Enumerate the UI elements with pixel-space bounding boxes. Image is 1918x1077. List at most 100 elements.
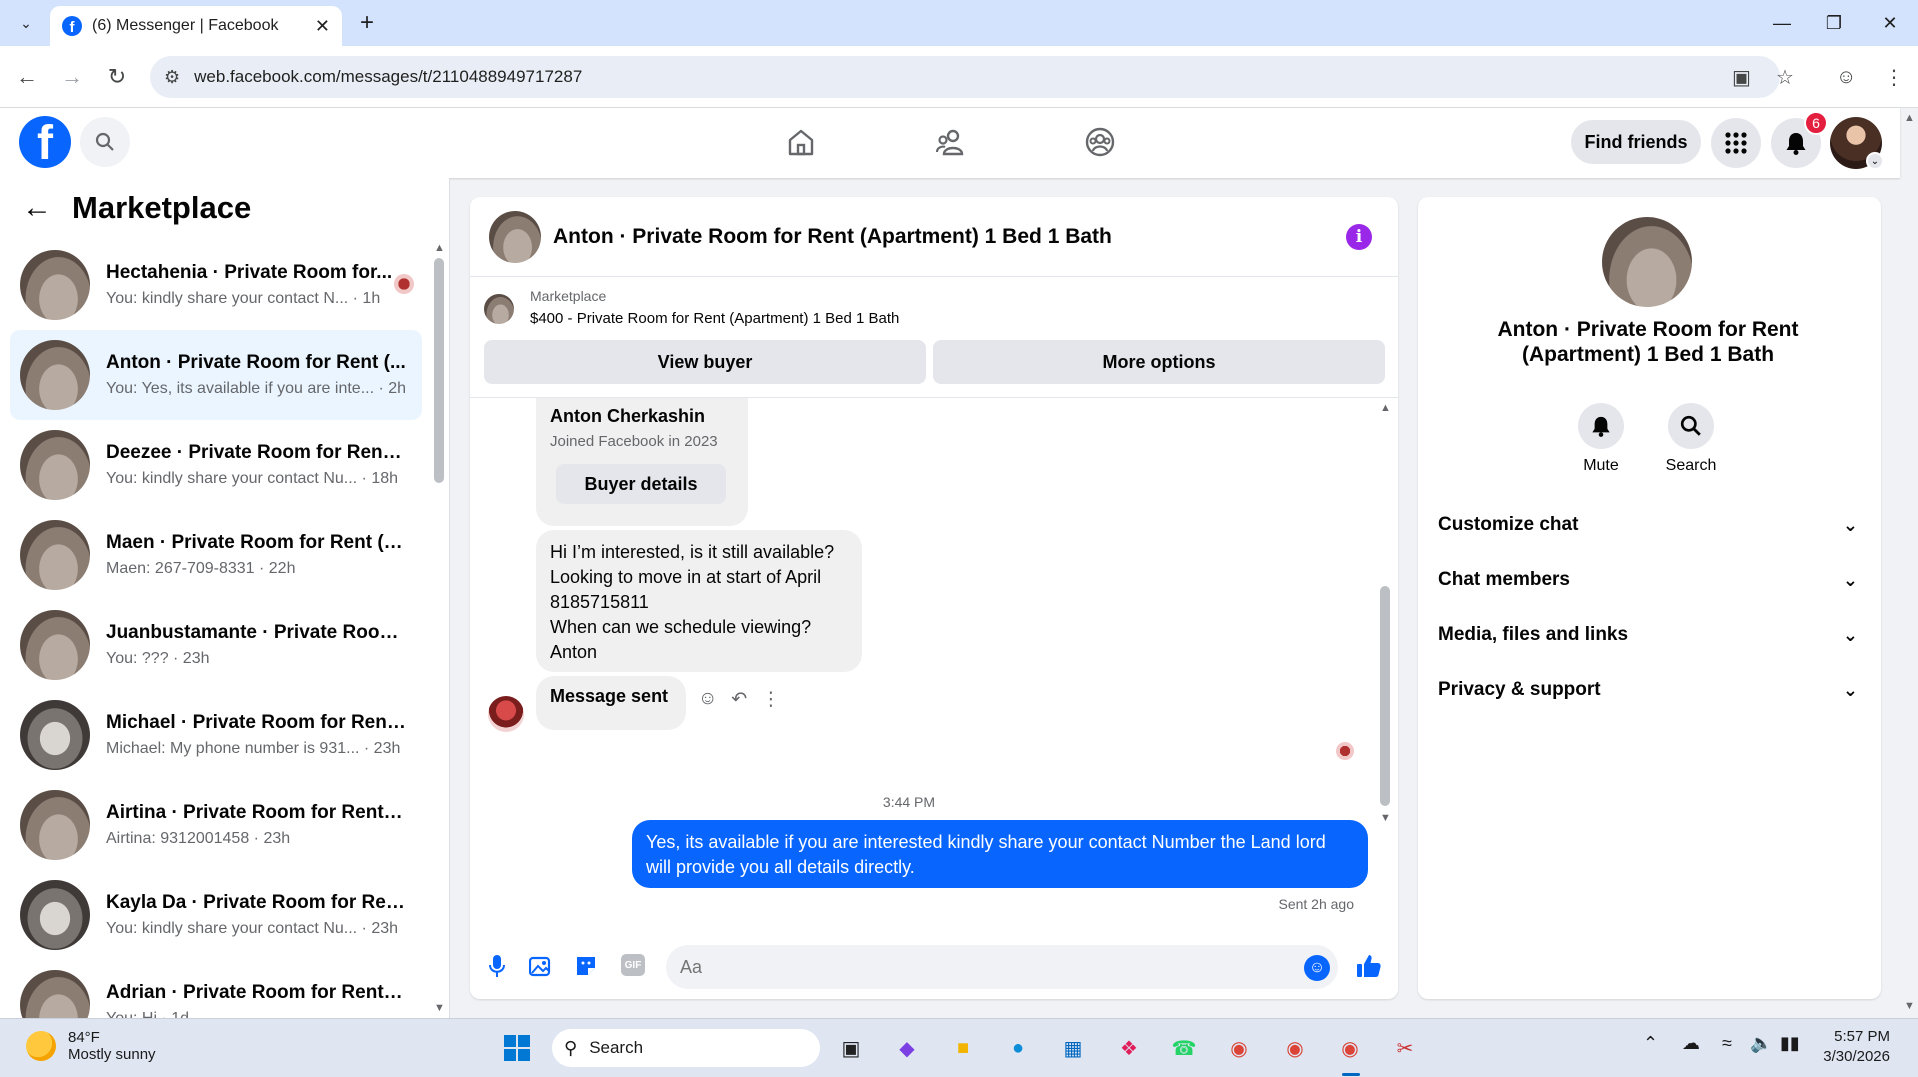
info-icon[interactable]: i: [1346, 224, 1372, 250]
edge-browser-icon[interactable]: ●: [999, 1029, 1037, 1067]
reload-icon[interactable]: ↻: [100, 60, 134, 94]
privacy-support-section[interactable]: Privacy & support ⌄: [1438, 670, 1858, 710]
list-item[interactable]: Juanbustamante · Private Room ... You: ?…: [10, 600, 422, 690]
list-item[interactable]: Hectahenia · Private Room for... You: ki…: [10, 240, 422, 330]
sticker-icon[interactable]: [571, 951, 601, 981]
scroll-down-arrow-icon[interactable]: ▼: [434, 1002, 445, 1014]
taskbar-search[interactable]: ⚲ Search: [552, 1029, 820, 1067]
whatsapp-icon[interactable]: ☎: [1165, 1029, 1203, 1067]
slack-icon[interactable]: ❖: [1110, 1029, 1148, 1067]
microsoft-365-icon[interactable]: ◆: [888, 1029, 926, 1067]
site-info-icon[interactable]: ⚙: [164, 67, 180, 88]
sender-avatar[interactable]: [488, 696, 524, 732]
more-options-button[interactable]: More options: [933, 340, 1385, 384]
list-item[interactable]: Michael · Private Room for Rent ... Mich…: [10, 690, 422, 780]
thumbs-up-icon[interactable]: [1354, 951, 1384, 981]
tab-search-menu-icon[interactable]: ⌄: [10, 10, 42, 36]
groups-icon[interactable]: [1080, 122, 1120, 162]
menu-grid-icon[interactable]: [1711, 118, 1761, 168]
search-icon: ⚲: [564, 1037, 578, 1058]
emoji-icon[interactable]: ☺: [1304, 955, 1330, 981]
forward-icon[interactable]: →: [55, 60, 89, 94]
weather-widget[interactable]: 84°F Mostly sunny: [26, 1029, 156, 1063]
find-friends-button[interactable]: Find friends: [1571, 120, 1701, 164]
browser-tab[interactable]: f (6) Messenger | Facebook ✕: [50, 6, 342, 46]
chat-title[interactable]: Anton · Private Room for Rent (Apartment…: [553, 225, 1112, 249]
mute-button[interactable]: Mute: [1561, 403, 1641, 475]
close-tab-icon[interactable]: ✕: [315, 16, 330, 37]
microsoft-store-icon[interactable]: ▦: [1054, 1029, 1092, 1067]
chrome-profile-icon[interactable]: ◉: [1276, 1029, 1314, 1067]
buyer-name: Anton Cherkashin: [550, 406, 706, 426]
home-icon[interactable]: [781, 122, 821, 162]
url-text[interactable]: web.facebook.com/messages/t/211048894971…: [194, 67, 582, 87]
sidebar-scrollbar[interactable]: [434, 258, 444, 483]
battery-icon[interactable]: ▮▮: [1780, 1033, 1800, 1054]
photo-icon[interactable]: [526, 951, 556, 981]
task-view-icon[interactable]: ▣: [832, 1029, 870, 1067]
listing-thumbnail: [20, 430, 90, 500]
wifi-icon[interactable]: ≈: [1722, 1033, 1732, 1054]
back-arrow-icon[interactable]: ←: [22, 193, 52, 223]
list-item[interactable]: Adrian · Private Room for Rent (... You:…: [10, 960, 422, 1018]
file-explorer-icon[interactable]: ■: [944, 1029, 982, 1067]
chevron-down-icon[interactable]: ⌄: [1866, 152, 1884, 170]
chat-scrollbar[interactable]: [1380, 586, 1390, 806]
snipping-tool-icon[interactable]: ✂: [1386, 1029, 1424, 1067]
chrome-icon[interactable]: ◉: [1220, 1029, 1258, 1067]
page-scroll-up-icon[interactable]: ▲: [1904, 112, 1915, 124]
react-emoji-icon[interactable]: ☺: [698, 688, 717, 711]
volume-muted-icon[interactable]: 🔈: [1750, 1033, 1772, 1054]
list-item[interactable]: Deezee · Private Room for Rent (... You:…: [10, 420, 422, 510]
customize-chat-section[interactable]: Customize chat ⌄: [1438, 505, 1858, 545]
show-hidden-icons-icon[interactable]: ⌃: [1643, 1033, 1658, 1054]
minimize-icon[interactable]: —: [1754, 6, 1810, 40]
reply-icon[interactable]: ↶: [731, 688, 747, 711]
more-icon[interactable]: ⋮: [761, 688, 780, 711]
gif-icon[interactable]: GIF: [621, 954, 645, 976]
message-input[interactable]: [666, 945, 1338, 989]
view-buyer-button[interactable]: View buyer: [484, 340, 926, 384]
conversation-preview: You: Yes, its available if you are inte.…: [106, 380, 406, 397]
friends-icon[interactable]: [931, 122, 971, 162]
close-window-icon[interactable]: ✕: [1862, 6, 1918, 40]
browser-tab-bar: ⌄ f (6) Messenger | Facebook ✕ + — ❐ ✕: [0, 0, 1918, 46]
network-status-icon[interactable]: ☁: [1682, 1033, 1700, 1054]
browser-menu-icon[interactable]: ⋮: [1884, 56, 1904, 98]
chat-members-section[interactable]: Chat members ⌄: [1438, 560, 1858, 600]
system-clock[interactable]: 5:57 PM 3/30/2026: [1810, 1027, 1890, 1067]
facebook-logo-icon[interactable]: f: [19, 116, 71, 168]
section-label: Customize chat: [1438, 514, 1579, 535]
page-scroll-down-icon[interactable]: ▼: [1904, 1000, 1915, 1012]
listing-thumbnail: [20, 250, 90, 320]
list-item[interactable]: Maen · Private Room for Rent (A... Maen:…: [10, 510, 422, 600]
list-item[interactable]: Airtina · Private Room for Rent (... Air…: [10, 780, 422, 870]
scroll-up-arrow-icon[interactable]: ▲: [434, 242, 445, 254]
install-app-icon[interactable]: ▣: [1732, 56, 1751, 98]
list-item[interactable]: Anton · Private Room for Rent (... You: …: [10, 330, 422, 420]
media-files-links-section[interactable]: Media, files and links ⌄: [1438, 615, 1858, 655]
scroll-down-arrow-icon[interactable]: ▼: [1380, 812, 1391, 824]
list-item[interactable]: Kayla Da · Private Room for Ren... You: …: [10, 870, 422, 960]
account-icon[interactable]: ☺: [1836, 56, 1856, 98]
buyer-details-button[interactable]: Buyer details: [556, 464, 726, 504]
conversation-name: Michael · Private Room for Rent ...: [106, 712, 406, 733]
search-icon[interactable]: [80, 117, 130, 167]
back-icon[interactable]: ←: [10, 60, 44, 94]
scroll-up-arrow-icon[interactable]: ▲: [1380, 402, 1391, 414]
restore-icon[interactable]: ❐: [1806, 6, 1862, 40]
chat-listing-thumbnail[interactable]: [489, 210, 541, 263]
message-actions: ☺ ↶ ⋮: [698, 688, 780, 711]
listing-thumbnail: [20, 520, 90, 590]
url-omnibox[interactable]: ⚙ web.facebook.com/messages/t/2110488949…: [150, 56, 1780, 98]
microphone-icon[interactable]: [482, 951, 512, 981]
chat-header: Anton · Private Room for Rent (Apartment…: [470, 197, 1398, 277]
bookmark-star-icon[interactable]: ☆: [1776, 56, 1794, 98]
search-button[interactable]: Search: [1651, 403, 1731, 475]
tab-title: (6) Messenger | Facebook: [92, 17, 279, 34]
chrome-active-icon[interactable]: ◉: [1331, 1029, 1369, 1067]
windows-start-icon[interactable]: [498, 1029, 536, 1067]
listing-title[interactable]: $400 - Private Room for Rent (Apartment)…: [530, 310, 899, 327]
new-tab-icon[interactable]: +: [352, 8, 382, 38]
conversation-list: Hectahenia · Private Room for... You: ki…: [10, 240, 422, 1018]
